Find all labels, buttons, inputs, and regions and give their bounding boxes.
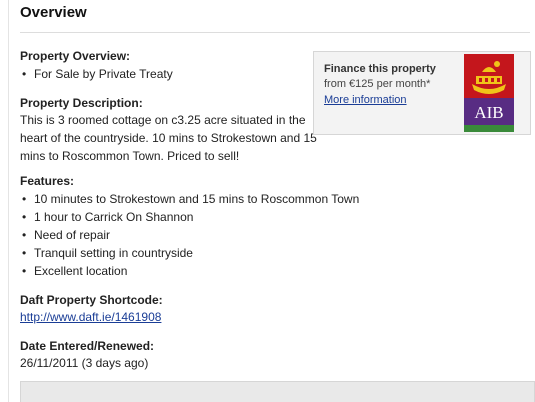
- more-information-link[interactable]: More information: [324, 92, 462, 108]
- property-description-heading: Property Description:: [20, 96, 143, 110]
- description-line: heart of the countryside. 10 mins to Str…: [20, 131, 317, 145]
- aib-logo-text: AIB: [474, 103, 503, 122]
- list-item: For Sale by Private Treaty: [20, 65, 173, 83]
- finance-subtitle: from €125 per month*: [324, 78, 431, 90]
- list-item: Tranquil setting in countryside: [20, 244, 359, 262]
- finance-text: Finance this property from €125 per mont…: [324, 62, 462, 108]
- shortcode-heading: Daft Property Shortcode:: [20, 293, 163, 307]
- map-preview[interactable]: [20, 381, 535, 402]
- features-list: 10 minutes to Strokestown and 15 mins to…: [20, 190, 359, 280]
- aib-logo[interactable]: AIB: [464, 54, 514, 132]
- finance-title: Finance this property: [324, 63, 436, 75]
- property-overview-section: Property Overview: For Sale by Private T…: [20, 48, 173, 83]
- property-description-section: Property Description: This is 3 roomed c…: [20, 95, 320, 165]
- shortcode-link[interactable]: http://www.daft.ie/1461908: [20, 308, 163, 326]
- description-line: This is 3 roomed cottage on c3.25 acre s…: [20, 113, 306, 127]
- finance-box: Finance this property from €125 per mont…: [313, 51, 531, 135]
- aib-logo-bottom: [464, 125, 514, 132]
- description-line: mins to Roscommon Town. Priced to sell!: [20, 149, 240, 163]
- features-section: Features: 10 minutes to Strokestown and …: [20, 173, 359, 280]
- features-heading: Features:: [20, 174, 75, 188]
- property-overview-list: For Sale by Private Treaty: [20, 65, 173, 83]
- property-overview-heading: Property Overview:: [20, 49, 131, 63]
- date-entered-section: Date Entered/Renewed: 26/11/2011 (3 days…: [20, 338, 154, 372]
- title-divider: [20, 32, 530, 33]
- page-title: Overview: [20, 4, 87, 21]
- left-border: [8, 0, 9, 402]
- date-entered-heading: Date Entered/Renewed:: [20, 339, 155, 353]
- list-item: Excellent location: [20, 262, 359, 280]
- list-item: Need of repair: [20, 226, 359, 244]
- date-entered-value: 26/11/2011 (3 days ago): [20, 356, 149, 370]
- property-page: Overview Property Overview: For Sale by …: [0, 0, 535, 402]
- shortcode-section: Daft Property Shortcode: http://www.daft…: [20, 292, 163, 326]
- list-item: 1 hour to Carrick On Shannon: [20, 208, 359, 226]
- list-item: 10 minutes to Strokestown and 15 mins to…: [20, 190, 359, 208]
